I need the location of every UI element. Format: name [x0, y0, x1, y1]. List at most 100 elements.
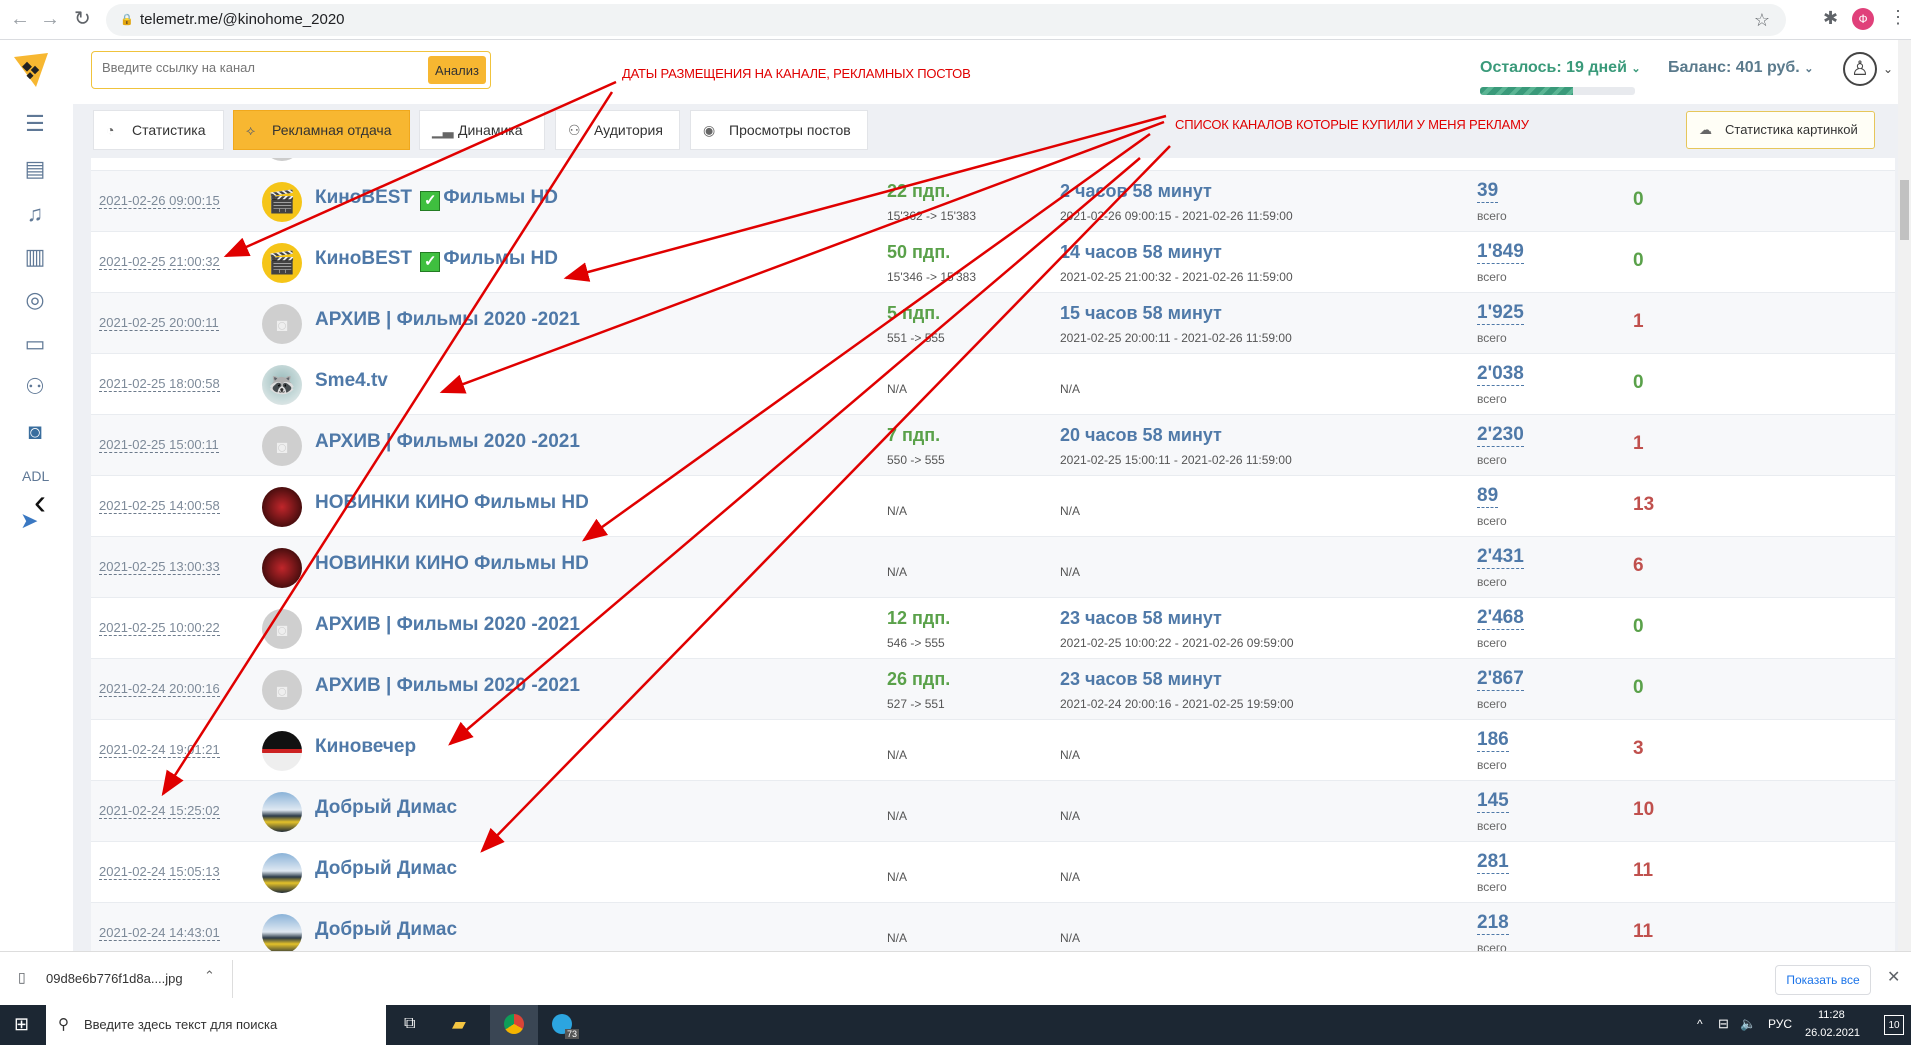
channel-avatar[interactable]	[262, 487, 302, 527]
post-date-link[interactable]: 2021-02-24 15:05:13	[99, 864, 220, 880]
views-link[interactable]: 39	[1477, 180, 1499, 203]
post-date-link[interactable]: 2021-02-24 14:43:01	[99, 925, 220, 941]
collapse-chevron-icon[interactable]: ‹	[34, 484, 46, 520]
channel-search-input[interactable]	[102, 60, 402, 75]
post-date-link[interactable]: 2021-02-24 15:25:02	[99, 803, 220, 819]
channel-avatar[interactable]: ◙	[262, 670, 302, 710]
post-date-link[interactable]: 2021-02-26 09:00:15	[99, 193, 220, 209]
tray-icon[interactable]: ▭	[20, 330, 50, 358]
post-date-link[interactable]: 2021-02-25 20:00:11	[99, 315, 219, 331]
back-icon[interactable]: ←	[10, 8, 30, 30]
channel-avatar[interactable]	[262, 853, 302, 893]
channel-name-link[interactable]: Добрый Димас	[315, 797, 457, 819]
file-explorer-icon[interactable]: ▰	[452, 1014, 466, 1035]
channel-name-link[interactable]: АРХИВ | Фильмы 2020 -2021	[315, 431, 580, 453]
channel-avatar[interactable]: 🦝	[262, 365, 302, 405]
channel-avatar[interactable]: ◙	[262, 609, 302, 649]
days-left[interactable]: Осталось: 19 дней ⌄	[1480, 59, 1641, 77]
post-date-link[interactable]: 2021-02-24 20:00:16	[99, 681, 220, 697]
users-icon[interactable]: ⚇	[20, 373, 50, 401]
address-bar[interactable]: 🔒 telemetr.me/@kinohome_2020 ☆	[106, 4, 1786, 36]
show-all-button[interactable]: Показать все	[1775, 965, 1871, 995]
views-link[interactable]: 2'468	[1477, 607, 1524, 630]
notifications-icon[interactable]: 10	[1884, 1015, 1904, 1035]
tab-post-views[interactable]: ◉ Просмотры постов	[690, 110, 868, 150]
views-link[interactable]: 2'867	[1477, 668, 1524, 691]
tray-chevron-icon[interactable]: ^	[1697, 1017, 1703, 1031]
telemetr-logo[interactable]	[14, 53, 48, 87]
clipboard-icon[interactable]: ▤	[20, 155, 50, 183]
channel-name-link[interactable]: КиноBEST ✓ Фильмы HD	[315, 248, 558, 272]
channel-avatar[interactable]	[262, 548, 302, 588]
channel-name-link[interactable]: Киновечер	[315, 736, 416, 758]
views-link[interactable]: 145	[1477, 790, 1509, 813]
image-stats-button[interactable]: ☁ Статистика картинкой	[1686, 111, 1875, 149]
channel-name-link[interactable]: АРХИВ | Фильмы 2020 -2021	[315, 675, 580, 697]
menu-icon[interactable]: ⋮	[1889, 7, 1907, 28]
task-view-icon[interactable]: ⧉	[404, 1015, 415, 1033]
language-indicator[interactable]: РУС	[1768, 1017, 1792, 1031]
clock-date[interactable]: 26.02.2021	[1805, 1027, 1860, 1039]
channel-name-link[interactable]: Sme4.tv	[315, 370, 388, 392]
post-date-link[interactable]: 2021-02-25 13:00:33	[99, 559, 220, 575]
channel-avatar[interactable]	[262, 792, 302, 832]
views-link[interactable]: 89	[1477, 485, 1499, 508]
channel-avatar[interactable]	[262, 914, 302, 951]
chrome-taskbar-button[interactable]	[490, 1005, 538, 1045]
views-link[interactable]: 281	[1477, 851, 1509, 874]
download-file[interactable]: 09d8e6b776f1d8a....jpg	[46, 971, 183, 986]
close-icon[interactable]: ✕	[1887, 967, 1900, 987]
views-link[interactable]: 2'038	[1477, 363, 1524, 386]
channel-avatar[interactable]: ◙	[262, 426, 302, 466]
post-date-link[interactable]: 2021-02-25 18:00:58	[99, 376, 220, 392]
views-link[interactable]: 1'849	[1477, 241, 1524, 264]
list-icon[interactable]: ☰	[20, 110, 50, 138]
tab-statistics[interactable]: ◔ Статистика	[93, 110, 224, 150]
channel-avatar[interactable]: ◙	[262, 304, 302, 344]
channel-name-link[interactable]: АРХИВ | Фильмы 2020 -2021	[315, 614, 580, 636]
network-icon[interactable]: ⊟	[1718, 1016, 1729, 1032]
channel-name-link[interactable]: НОВИНКИ КИНО Фильмы HD	[315, 492, 589, 514]
views-link[interactable]: 2'431	[1477, 546, 1524, 569]
views-link[interactable]: 1'925	[1477, 302, 1524, 325]
user-circle-icon[interactable]: ◎	[20, 286, 50, 314]
balance[interactable]: Баланс: 401 руб. ⌄	[1668, 59, 1813, 77]
scrollbar-thumb[interactable]	[1900, 180, 1909, 240]
scrollbar[interactable]	[1898, 40, 1911, 951]
user-avatar-icon[interactable]: ♙	[1843, 52, 1877, 86]
chevron-down-icon[interactable]: ⌄	[1883, 62, 1893, 76]
channel-avatar[interactable]	[262, 731, 302, 771]
channel-name-link[interactable]: КиноBEST ✓ Фильмы HD	[315, 187, 558, 211]
volume-icon[interactable]: 🔈	[1740, 1016, 1756, 1032]
post-date-link[interactable]: 2021-02-25 21:00:32	[99, 254, 220, 270]
post-date-link[interactable]: 2021-02-25 15:00:11	[99, 437, 219, 453]
reload-icon[interactable]: ↻	[74, 8, 91, 30]
profile-avatar[interactable]: Ф	[1852, 8, 1874, 30]
channel-name-link[interactable]: НОВИНКИ КИНО Фильмы HD	[315, 553, 589, 575]
channel-name-link[interactable]: АРХИВ | Фильмы 2020 -2021	[315, 309, 580, 331]
star-icon[interactable]: ☆	[1754, 4, 1770, 36]
inbox-archive-icon[interactable]: ▥	[20, 243, 50, 271]
chevron-up-icon[interactable]: ⌃	[204, 968, 215, 984]
tab-dynamics[interactable]: ▁▃ Динамика	[419, 110, 545, 150]
extensions-icon[interactable]: ✱	[1823, 8, 1838, 29]
post-date-link[interactable]: 2021-02-25 14:00:58	[99, 498, 220, 514]
views-link[interactable]: 186	[1477, 729, 1509, 752]
channel-avatar[interactable]: 🎬	[262, 243, 302, 283]
post-date-link[interactable]: 2021-02-24 19:01:21	[99, 742, 220, 758]
channel-avatar[interactable]: 🎬	[262, 182, 302, 222]
channel-name-link[interactable]: Добрый Димас	[315, 858, 457, 880]
instagram-icon[interactable]: ◙	[20, 418, 50, 446]
views-link[interactable]: 218	[1477, 912, 1509, 935]
windows-start-icon[interactable]: ⊞	[14, 1014, 29, 1035]
forward-icon[interactable]: →	[40, 8, 60, 30]
taskbar-search[interactable]: ⚲ Введите здесь текст для поиска	[46, 1005, 386, 1045]
clock-time[interactable]: 11:28	[1818, 1009, 1845, 1021]
views-link[interactable]: 2'230	[1477, 424, 1524, 447]
bell-icon[interactable]: ♫	[20, 200, 50, 228]
tab-audience[interactable]: ⚇ Аудитория	[555, 110, 680, 150]
analyze-button[interactable]: Анализ	[428, 56, 486, 84]
channel-name-link[interactable]: Добрый Димас	[315, 919, 457, 941]
post-date-link[interactable]: 2021-02-25 10:00:22	[99, 620, 220, 636]
tab-ad-performance[interactable]: ⟡ Рекламная отдача	[233, 110, 410, 150]
